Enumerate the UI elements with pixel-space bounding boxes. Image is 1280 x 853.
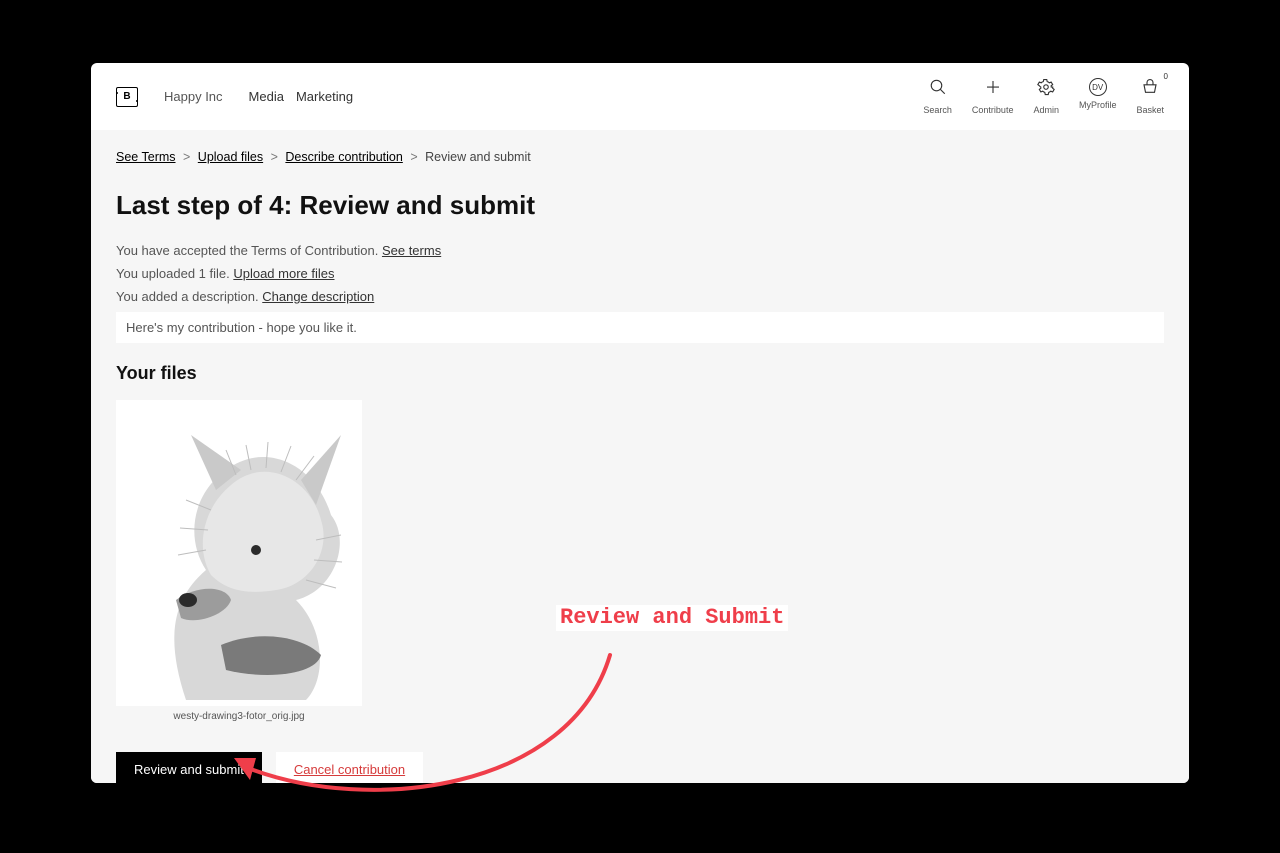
- header-nav-tabs: Media Marketing: [249, 89, 354, 104]
- profile-label: MyProfile: [1079, 100, 1117, 110]
- review-submit-button[interactable]: Review and submit: [116, 752, 262, 783]
- see-terms-link[interactable]: See terms: [382, 243, 441, 258]
- breadcrumb-sep: >: [271, 150, 278, 164]
- summary-upload-text: You uploaded 1 file.: [116, 266, 233, 281]
- breadcrumb-upload-files[interactable]: Upload files: [198, 150, 263, 164]
- cancel-contribution-button[interactable]: Cancel contribution: [276, 752, 423, 783]
- breadcrumb: See Terms > Upload files > Describe cont…: [116, 130, 1164, 190]
- action-row: Review and submit Cancel contribution: [116, 752, 1164, 783]
- annotation-label: Review and Submit: [556, 605, 788, 631]
- header-left: B Happy Inc Media Marketing: [116, 87, 353, 107]
- breadcrumb-sep: >: [410, 150, 417, 164]
- file-thumbnail-card: westy-drawing3-fotor_orig.jpg: [116, 400, 362, 722]
- contribute-label: Contribute: [972, 105, 1014, 115]
- summary-terms: You have accepted the Terms of Contribut…: [116, 243, 1164, 258]
- admin-button[interactable]: Admin: [1033, 78, 1059, 115]
- search-button[interactable]: Search: [923, 78, 952, 115]
- page-title: Last step of 4: Review and submit: [116, 190, 1164, 221]
- basket-icon: [1141, 78, 1159, 101]
- admin-label: Admin: [1033, 105, 1059, 115]
- search-label: Search: [923, 105, 952, 115]
- gear-icon: [1037, 78, 1055, 101]
- summary-upload: You uploaded 1 file. Upload more files: [116, 266, 1164, 281]
- avatar-icon: DV: [1089, 78, 1107, 96]
- page-body: See Terms > Upload files > Describe cont…: [91, 130, 1189, 783]
- breadcrumb-see-terms[interactable]: See Terms: [116, 150, 176, 164]
- summary-terms-text: You have accepted the Terms of Contribut…: [116, 243, 382, 258]
- basket-label: Basket: [1136, 105, 1164, 115]
- file-thumbnail[interactable]: [116, 400, 362, 706]
- upload-more-link[interactable]: Upload more files: [233, 266, 334, 281]
- plus-icon: [984, 78, 1002, 101]
- change-description-link[interactable]: Change description: [262, 289, 374, 304]
- basket-count: 0: [1164, 72, 1168, 81]
- header-bar: B Happy Inc Media Marketing Search Contr…: [91, 63, 1189, 130]
- summary-desc-text: You added a description.: [116, 289, 262, 304]
- contribute-button[interactable]: Contribute: [972, 78, 1014, 115]
- nav-tab-marketing[interactable]: Marketing: [296, 89, 353, 104]
- breadcrumb-current: Review and submit: [425, 150, 531, 164]
- breadcrumb-sep: >: [183, 150, 190, 164]
- header-right: Search Contribute Admin DV MyProfile 0: [923, 78, 1164, 115]
- org-name: Happy Inc: [164, 89, 223, 104]
- file-caption: westy-drawing3-fotor_orig.jpg: [116, 711, 362, 722]
- description-box: Here's my contribution - hope you like i…: [116, 312, 1164, 343]
- app-window: B Happy Inc Media Marketing Search Contr…: [91, 63, 1189, 783]
- nav-tab-media[interactable]: Media: [249, 89, 284, 104]
- search-icon: [929, 78, 947, 101]
- files-heading: Your files: [116, 363, 1164, 384]
- profile-button[interactable]: DV MyProfile: [1079, 78, 1117, 110]
- brand-logo[interactable]: B: [116, 87, 138, 107]
- breadcrumb-describe[interactable]: Describe contribution: [285, 150, 402, 164]
- summary-description: You added a description. Change descript…: [116, 289, 1164, 304]
- basket-button[interactable]: 0 Basket: [1136, 78, 1164, 115]
- dog-sketch-icon: [116, 400, 362, 706]
